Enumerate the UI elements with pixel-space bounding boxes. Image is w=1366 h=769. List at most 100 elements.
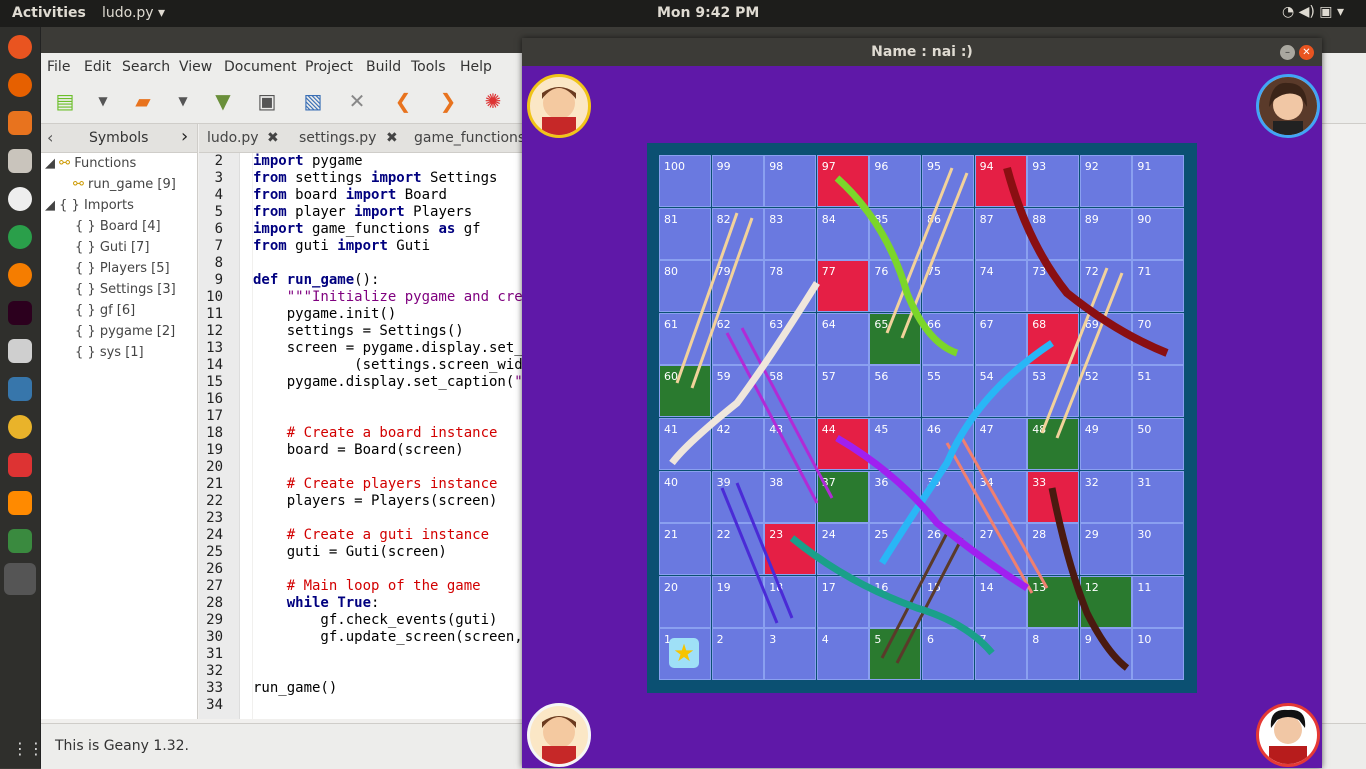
- code-line[interactable]: [253, 561, 553, 578]
- menu-search[interactable]: Search: [122, 59, 170, 75]
- menu-file[interactable]: File: [47, 59, 70, 75]
- new-dropdown-icon[interactable]: ▼: [91, 89, 115, 113]
- sublime-icon[interactable]: [8, 491, 32, 515]
- geany-icon[interactable]: [8, 415, 32, 439]
- code-line[interactable]: from settings import Settings: [253, 170, 553, 187]
- code-editor[interactable]: import pygame from settings import Settin…: [253, 153, 553, 719]
- code-line[interactable]: [253, 663, 553, 680]
- code-line[interactable]: import pygame: [253, 153, 553, 170]
- code-line[interactable]: from player import Players: [253, 204, 553, 221]
- ubuntu-icon[interactable]: [8, 35, 32, 59]
- compile-icon[interactable]: ✺: [481, 89, 505, 113]
- geany-active-icon[interactable]: [4, 563, 36, 595]
- code-line[interactable]: [253, 459, 553, 476]
- minimize-icon[interactable]: –: [1280, 45, 1295, 60]
- menu-edit[interactable]: Edit: [84, 59, 111, 75]
- tree-item-run-game[interactable]: ⚯ run_game [9]: [73, 177, 176, 192]
- code-line[interactable]: board = Board(screen): [253, 442, 553, 459]
- code-line[interactable]: from board import Board: [253, 187, 553, 204]
- code-line[interactable]: # Create players instance: [253, 476, 553, 493]
- code-line[interactable]: gf.update_screen(screen, s: [253, 629, 553, 646]
- system-tray[interactable]: ◔ ◀) ▣ ▾: [1282, 4, 1344, 20]
- open-dropdown-icon[interactable]: ▼: [171, 89, 195, 113]
- code-line[interactable]: [253, 408, 553, 425]
- tree-imports[interactable]: ◢ { } Imports: [45, 198, 134, 213]
- tree-item-settings[interactable]: { } Settings [3]: [75, 282, 176, 297]
- close-icon[interactable]: ✖: [386, 130, 398, 146]
- menu-help[interactable]: Help: [460, 59, 492, 75]
- close-icon[interactable]: ✕: [1299, 45, 1314, 60]
- clock[interactable]: Mon 9:42 PM: [657, 5, 759, 21]
- tab-symbols[interactable]: Symbols: [89, 130, 148, 146]
- battery-icon[interactable]: [8, 529, 32, 553]
- files-icon[interactable]: [8, 149, 32, 173]
- code-line[interactable]: # Main loop of the game: [253, 578, 553, 595]
- code-line[interactable]: screen = pygame.display.set_mo: [253, 340, 553, 357]
- tree-item-players[interactable]: { } Players [5]: [75, 261, 170, 276]
- tab-game-functions[interactable]: game_functions: [414, 130, 525, 146]
- show-apps-icon[interactable]: ⋮⋮: [12, 739, 44, 758]
- expander-icon[interactable]: ◢: [45, 198, 55, 213]
- code-line[interactable]: players = Players(screen): [253, 493, 553, 510]
- code-line[interactable]: gf.check_events(guti): [253, 612, 553, 629]
- code-line[interactable]: run_game(): [253, 680, 553, 697]
- code-line[interactable]: def run_game():: [253, 272, 553, 289]
- new-file-icon[interactable]: ▤: [53, 89, 77, 113]
- activities-button[interactable]: Activities: [12, 5, 86, 21]
- open-file-icon[interactable]: ▰: [131, 89, 155, 113]
- close-icon[interactable]: ✕: [345, 89, 369, 113]
- code-line[interactable]: [253, 391, 553, 408]
- firefox-icon[interactable]: [8, 73, 32, 97]
- blender-icon[interactable]: [8, 263, 32, 287]
- code-line[interactable]: pygame.init(): [253, 306, 553, 323]
- code-line[interactable]: settings = Settings(): [253, 323, 553, 340]
- code-line[interactable]: # Create a board instance: [253, 425, 553, 442]
- code-line[interactable]: [253, 697, 553, 714]
- forward-icon[interactable]: ❯: [436, 89, 460, 113]
- code-line[interactable]: from guti import Guti: [253, 238, 553, 255]
- code-line[interactable]: [253, 255, 553, 272]
- software-center-icon[interactable]: [8, 111, 32, 135]
- code-line[interactable]: while True:: [253, 595, 553, 612]
- chevron-left-icon[interactable]: ‹: [47, 128, 53, 147]
- tab-ludo[interactable]: ludo.py: [207, 130, 259, 146]
- tree-item-sys[interactable]: { } sys [1]: [75, 345, 144, 360]
- star-token-icon[interactable]: ★: [669, 638, 699, 668]
- tree-item-board[interactable]: { } Board [4]: [75, 219, 161, 234]
- code-line[interactable]: """Initialize pygame and creat: [253, 289, 553, 306]
- chrome-icon[interactable]: [8, 225, 32, 249]
- game-titlebar[interactable]: Name : nai :): [522, 38, 1322, 66]
- terminal-icon[interactable]: [8, 301, 32, 325]
- menu-document[interactable]: Document: [224, 59, 297, 75]
- menu-tools[interactable]: Tools: [411, 59, 446, 75]
- code-line[interactable]: [253, 646, 553, 663]
- tree-item-pygame[interactable]: { } pygame [2]: [75, 324, 175, 339]
- menu-project[interactable]: Project: [305, 59, 353, 75]
- close-icon[interactable]: ✖: [267, 130, 279, 146]
- tab-settings[interactable]: settings.py: [299, 130, 376, 146]
- code-line[interactable]: guti = Guti(screen): [253, 544, 553, 561]
- tree-functions[interactable]: ◢ ⚯ Functions: [45, 156, 136, 171]
- chevron-right-icon[interactable]: ›: [181, 126, 188, 147]
- app-menu[interactable]: ludo.py ▾: [102, 5, 165, 21]
- code-line[interactable]: # Create a guti instance: [253, 527, 553, 544]
- code-token: import: [253, 153, 304, 169]
- code-line[interactable]: pygame.display.set_caption("Na: [253, 374, 553, 391]
- revert-icon[interactable]: ▧: [301, 89, 325, 113]
- save-all-icon[interactable]: ▣: [255, 89, 279, 113]
- tree-item-gf[interactable]: { } gf [6]: [75, 303, 135, 318]
- python-icon[interactable]: [8, 377, 32, 401]
- expander-icon[interactable]: ◢: [45, 156, 55, 171]
- tree-item-guti[interactable]: { } Guti [7]: [75, 240, 149, 255]
- save-icon[interactable]: ▼: [211, 89, 235, 113]
- inkscape-icon[interactable]: [8, 187, 32, 211]
- code-line[interactable]: import game_functions as gf: [253, 221, 553, 238]
- back-icon[interactable]: ❮: [391, 89, 415, 113]
- fold-margin[interactable]: [239, 153, 252, 719]
- camera-icon[interactable]: [8, 339, 32, 363]
- menu-view[interactable]: View: [179, 59, 212, 75]
- scanner-icon[interactable]: [8, 453, 32, 477]
- menu-build[interactable]: Build: [366, 59, 401, 75]
- code-line[interactable]: [253, 510, 553, 527]
- code-line[interactable]: (settings.screen_width: [253, 357, 553, 374]
